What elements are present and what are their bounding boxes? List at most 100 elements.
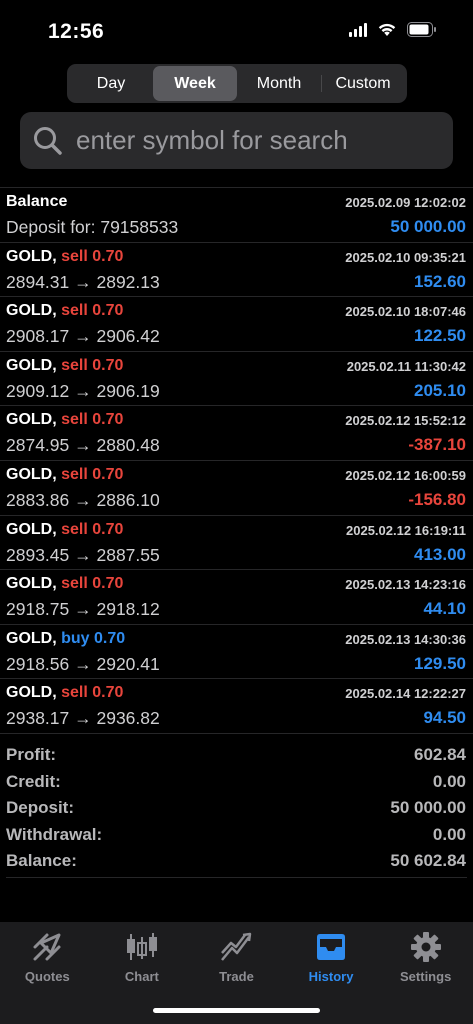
trade-title: GOLD, buy 0.70 [6, 630, 125, 648]
trade-prices: 2894.31 → 2892.13 [6, 271, 160, 292]
trade-row[interactable]: GOLD, sell 0.70 2938.17 → 2936.82 2025.0… [0, 678, 473, 733]
history-list: Balance Deposit for: 79158533 2025.02.09… [0, 187, 473, 733]
balance-title: Balance [6, 193, 68, 210]
trade-date: 2025.02.14 12:22:27 [345, 686, 466, 702]
search-input[interactable] [76, 125, 453, 156]
trade-icon [219, 930, 253, 964]
trade-symbol: GOLD, [6, 465, 57, 483]
tab-label: Settings [400, 969, 452, 984]
trade-prices: 2908.17 → 2906.42 [6, 326, 160, 347]
trade-side: sell [61, 411, 88, 429]
segment-day[interactable]: Day [69, 66, 153, 101]
segment-week[interactable]: Week [153, 66, 237, 101]
trade-row[interactable]: GOLD, sell 0.70 2918.75 → 2918.12 2025.0… [0, 569, 473, 624]
summary-value: 50 602.84 [390, 851, 466, 871]
trade-prices: 2874.95 → 2880.48 [6, 435, 160, 456]
trade-volume: 0.70 [92, 684, 124, 702]
trade-row[interactable]: GOLD, sell 0.70 2883.86 → 2886.10 2025.0… [0, 459, 473, 515]
trade-profit: 44.10 [423, 599, 466, 619]
segment-custom[interactable]: Custom [321, 66, 405, 101]
trade-symbol: GOLD, [6, 411, 57, 429]
trade-prices: 2918.75 → 2918.12 [6, 599, 160, 620]
trade-date: 2025.02.12 16:19:11 [346, 522, 466, 538]
trade-prices: 2909.12 → 2906.19 [6, 380, 160, 401]
trade-date: 2025.02.12 16:00:59 [345, 467, 466, 483]
trade-side: sell [61, 356, 88, 374]
trade-title: GOLD, sell 0.70 [6, 357, 123, 375]
trade-profit: 152.60 [414, 271, 466, 291]
trade-volume: 0.70 [92, 356, 124, 374]
home-indicator [153, 1008, 320, 1013]
tab-quotes[interactable]: Quotes [0, 930, 95, 1024]
tab-label: Quotes [24, 969, 70, 984]
summary-label: Withdrawal: [6, 824, 103, 844]
tab-label: History [308, 969, 354, 984]
trade-date: 2025.02.11 11:30:42 [346, 358, 466, 374]
trade-title: GOLD, sell 0.70 [6, 302, 123, 320]
tab-settings[interactable]: Settings [378, 930, 473, 1024]
search-bar[interactable] [20, 112, 453, 169]
trade-title: GOLD, sell 0.70 [6, 411, 123, 429]
summary-balance: Balance: 50 602.84 [0, 848, 473, 875]
trade-title: GOLD, sell 0.70 [6, 684, 123, 702]
gear-icon [409, 930, 443, 964]
trade-side: sell [61, 465, 88, 483]
trade-row[interactable]: GOLD, sell 0.70 2893.45 → 2887.55 2025.0… [0, 514, 473, 570]
trade-title: GOLD, sell 0.70 [6, 521, 123, 539]
trade-side: sell [61, 247, 88, 265]
trade-symbol: GOLD, [6, 684, 57, 702]
battery-icon [407, 22, 437, 37]
summary-value: 602.84 [414, 745, 466, 765]
trade-side: sell [61, 684, 88, 702]
summary-value: 0.00 [432, 771, 466, 791]
trade-symbol: GOLD, [6, 247, 57, 265]
trade-symbol: GOLD, [6, 356, 57, 374]
summary-divider [6, 877, 467, 878]
trade-side: sell [61, 575, 88, 593]
summary-deposit: Deposit: 50 000.00 [0, 795, 473, 822]
trade-prices: 2918.56 → 2920.41 [6, 653, 160, 674]
trade-volume: 0.70 [92, 575, 124, 593]
trade-symbol: GOLD, [6, 302, 57, 320]
trade-row[interactable]: GOLD, buy 0.70 2918.56 → 2920.41 2025.02… [0, 623, 473, 679]
history-icon [314, 930, 348, 964]
tab-label: Trade [219, 969, 254, 984]
trade-title: GOLD, sell 0.70 [6, 466, 123, 484]
trade-profit: 205.10 [414, 380, 466, 400]
trade-volume: 0.70 [92, 302, 124, 320]
trade-profit: 94.50 [423, 708, 466, 728]
trade-profit: 122.50 [414, 326, 466, 346]
search-icon [34, 126, 62, 155]
trade-title: GOLD, sell 0.70 [6, 248, 123, 266]
trade-row[interactable]: GOLD, sell 0.70 2909.12 → 2906.19 2025.0… [0, 350, 473, 406]
trade-date: 2025.02.10 18:07:46 [345, 304, 466, 320]
trade-prices: 2893.45 → 2887.55 [6, 544, 160, 565]
segment-month[interactable]: Month [237, 66, 321, 101]
balance-amount: 50 000.00 [390, 217, 466, 236]
summary-credit: Credit: 0.00 [0, 769, 473, 796]
cellular-signal-icon [349, 22, 367, 37]
summary-profit: Profit: 602.84 [0, 742, 473, 769]
trade-row[interactable]: GOLD, sell 0.70 2894.31 → 2892.13 2025.0… [0, 241, 473, 297]
tab-label: Chart [124, 969, 159, 984]
trade-profit: 413.00 [414, 544, 466, 564]
trade-prices: 2938.17 → 2936.82 [6, 708, 160, 729]
trade-date: 2025.02.13 14:30:36 [345, 631, 466, 647]
status-bar: 12:56 [0, 0, 473, 62]
trade-side: buy [61, 629, 90, 647]
quotes-icon [30, 930, 64, 964]
trade-date: 2025.02.12 15:52:12 [345, 413, 466, 429]
balance-subtitle: Deposit for: 79158533 [6, 217, 179, 237]
trade-side: sell [61, 520, 88, 538]
trade-prices: 2883.86 → 2886.10 [6, 489, 160, 510]
trade-date: 2025.02.10 09:35:21 [345, 249, 466, 265]
balance-row[interactable]: Balance Deposit for: 79158533 2025.02.09… [0, 187, 473, 242]
trade-volume: 0.70 [92, 465, 124, 483]
trade-row[interactable]: GOLD, sell 0.70 2874.95 → 2880.48 2025.0… [0, 405, 473, 460]
trade-volume: 0.70 [94, 629, 126, 647]
trade-symbol: GOLD, [6, 629, 57, 647]
trade-volume: 0.70 [92, 247, 124, 265]
chart-icon [125, 930, 159, 964]
trade-symbol: GOLD, [6, 520, 57, 538]
trade-row[interactable]: GOLD, sell 0.70 2908.17 → 2906.42 2025.0… [0, 296, 473, 351]
